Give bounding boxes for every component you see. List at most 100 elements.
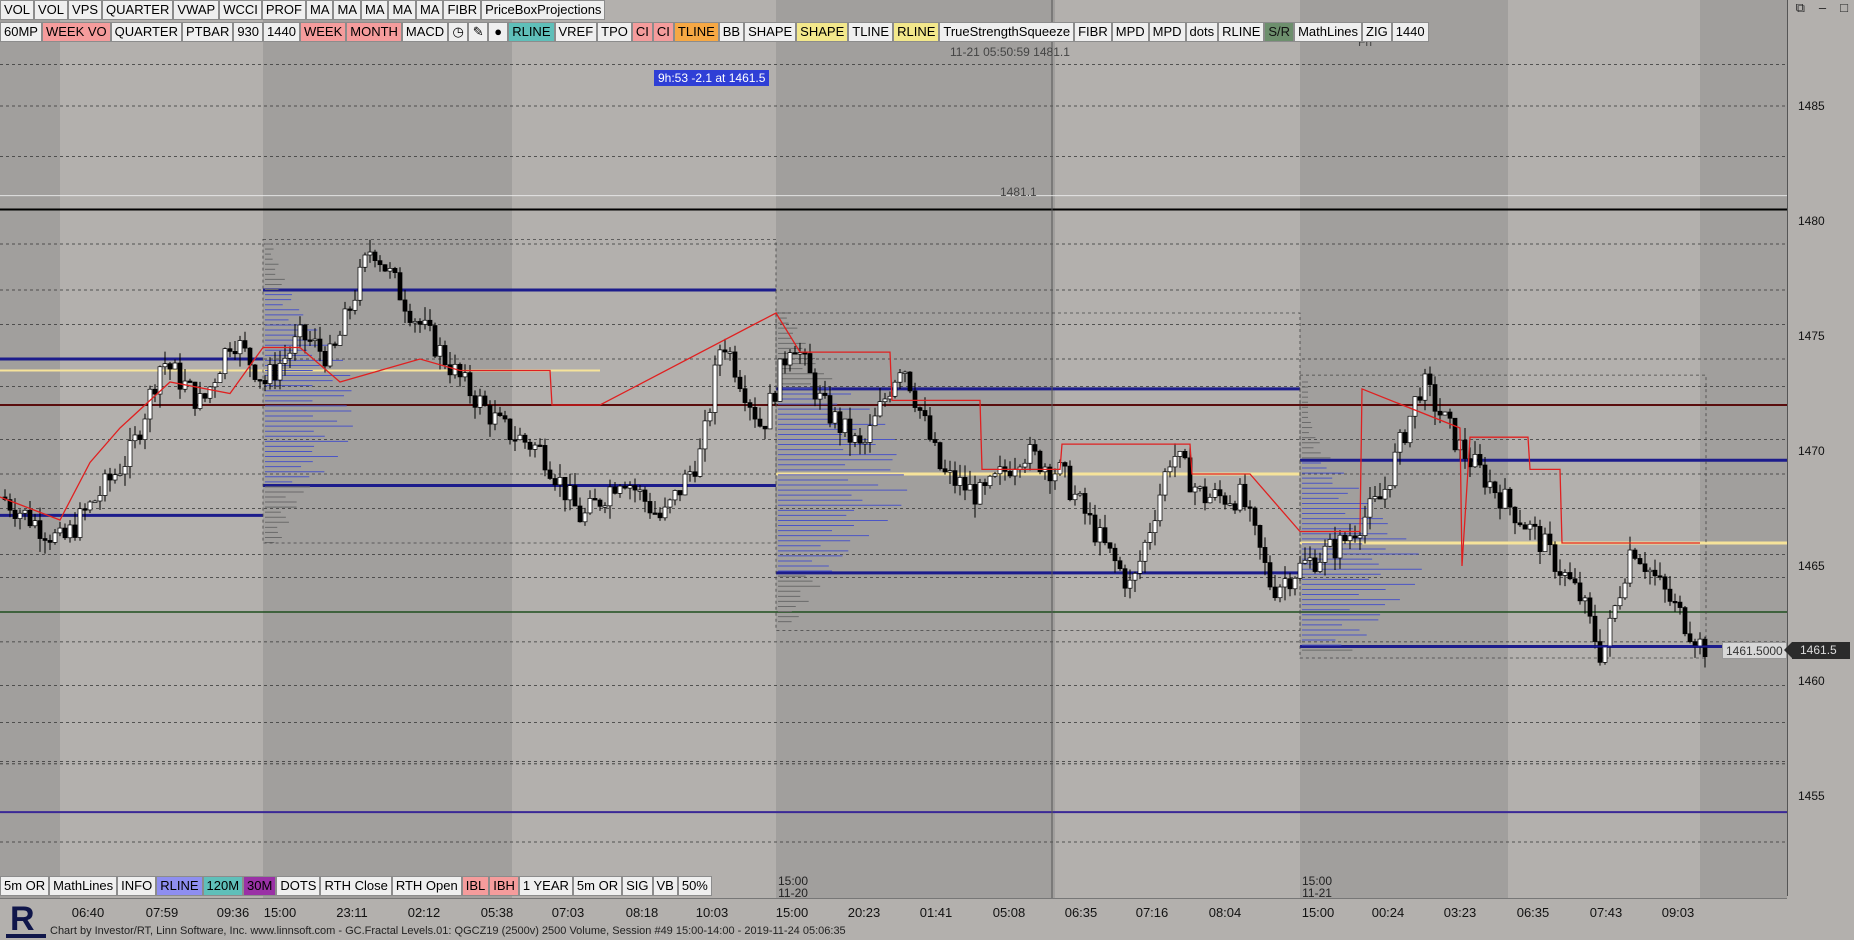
- bottom-button-vb[interactable]: VB: [652, 876, 678, 896]
- toolbar-button-quarter[interactable]: QUARTER: [102, 0, 174, 20]
- candle-body: [1667, 588, 1673, 602]
- toolbar-button-fibr[interactable]: FIBR: [1074, 22, 1112, 42]
- candle-body: [107, 473, 113, 481]
- time-axis[interactable]: 06:40 07:59 09:36 15:00 23:11 02:12 05:38 07:03…: [0, 898, 1787, 924]
- minimize-window-icon[interactable]: –: [1819, 0, 1826, 16]
- toolbar-button-ma[interactable]: MA: [388, 0, 416, 20]
- toolbar-button-week[interactable]: WEEK: [299, 22, 347, 42]
- toolbar-button-shape[interactable]: SHAPE: [796, 22, 849, 42]
- toolbar-button-month[interactable]: MONTH: [346, 22, 402, 42]
- toolbar-button-rline[interactable]: RLINE: [508, 22, 555, 42]
- toolbar-button-mpd[interactable]: MPD: [1148, 22, 1186, 42]
- toolbar-button-tline[interactable]: TLINE: [673, 22, 719, 42]
- toolbar-button-ci[interactable]: CI: [631, 22, 653, 42]
- toolbar-button-tpo[interactable]: TPO: [597, 22, 632, 42]
- candle-body: [757, 418, 763, 427]
- bottom-button-dots[interactable]: DOTS: [276, 876, 321, 896]
- bottom-button-info[interactable]: INFO: [117, 876, 157, 896]
- toolbar-button-ptbar[interactable]: PTBAR: [181, 22, 234, 42]
- bottom-button-rth-close[interactable]: RTH Close: [320, 876, 392, 896]
- candle-body: [362, 254, 368, 268]
- price-tick-label: 1470: [1798, 444, 1825, 458]
- bottom-button-mathlines[interactable]: MathLines: [49, 876, 118, 896]
- candle-body: [547, 469, 553, 479]
- bottom-button-5m-or[interactable]: 5m OR: [0, 876, 50, 896]
- toolbar-button-tline[interactable]: TLINE: [848, 22, 894, 42]
- candle-body: [422, 319, 428, 325]
- toolbar-button-mathlines[interactable]: MathLines: [1294, 22, 1363, 42]
- toolbar-button-ma[interactable]: MA: [360, 0, 389, 20]
- candle-body: [1432, 384, 1438, 412]
- pencil-icon[interactable]: ✎: [468, 22, 489, 42]
- clock-icon[interactable]: ◷: [448, 22, 469, 42]
- toolbar-button-vol[interactable]: VOL: [0, 0, 35, 20]
- candle-body: [982, 482, 988, 487]
- candle-body: [882, 398, 888, 403]
- toolbar-button-1440[interactable]: 1440: [263, 22, 300, 42]
- toolbar-button-week-vo[interactable]: WEEK VO: [41, 22, 111, 42]
- candle-body: [1022, 462, 1028, 468]
- toolbar-button-mpd[interactable]: MPD: [1111, 22, 1149, 42]
- toolbar-button-zig[interactable]: ZIG: [1362, 22, 1392, 42]
- bottom-button-120m[interactable]: 120M: [202, 876, 244, 896]
- candle-body: [57, 527, 63, 534]
- drop-icon[interactable]: ●: [488, 22, 509, 42]
- price-chart-canvas[interactable]: [0, 0, 1787, 898]
- toolbar-button-ma[interactable]: MA: [415, 0, 444, 20]
- candle-body: [1112, 547, 1118, 562]
- measure-readout-tag[interactable]: 9h:53 -2.1 at 1461.5: [654, 70, 770, 86]
- toolbar-button-quarter[interactable]: QUARTER: [110, 22, 182, 42]
- toolbar-button-s-r[interactable]: S/R: [1264, 22, 1295, 42]
- toolbar-button-vwap[interactable]: VWAP: [173, 0, 220, 20]
- toolbar-button-1440[interactable]: 1440: [1391, 22, 1429, 42]
- toolbar-button-prof[interactable]: PROF: [261, 0, 306, 20]
- time-tick-label: 07:16: [1135, 905, 1169, 920]
- bottom-button-ibh[interactable]: IBH: [489, 876, 519, 896]
- candle-body: [1602, 646, 1608, 663]
- toolbar-button-rline[interactable]: RLINE: [1218, 22, 1265, 42]
- toolbar-button-ma[interactable]: MA: [333, 0, 361, 20]
- candle-body: [1067, 465, 1073, 501]
- toolbar-button-930[interactable]: 930: [233, 22, 264, 42]
- maximize-window-icon[interactable]: □: [1840, 0, 1848, 16]
- toolbar-button-priceboxprojections[interactable]: PriceBoxProjections: [481, 0, 606, 20]
- toolbar-button-dots[interactable]: dots: [1185, 22, 1219, 42]
- toolbar-button-vref[interactable]: VREF: [554, 22, 598, 42]
- candle-body: [37, 520, 43, 539]
- bottom-button-rline[interactable]: RLINE: [156, 876, 203, 896]
- candle-body: [1302, 559, 1308, 564]
- candle-body: [202, 393, 208, 399]
- toolbar-button-wcci[interactable]: WCCI: [219, 0, 262, 20]
- toolbar-button-fibr[interactable]: FIBR: [443, 0, 482, 20]
- bottom-button-30m[interactable]: 30M: [243, 876, 277, 896]
- candle-body: [212, 382, 218, 388]
- candle-body: [332, 343, 338, 346]
- bottom-button-rth-open[interactable]: RTH Open: [391, 876, 462, 896]
- candle-body: [1587, 597, 1593, 617]
- toolbar-button-60mp[interactable]: 60MP: [0, 22, 42, 42]
- restore-window-icon[interactable]: ⧉: [1796, 0, 1805, 16]
- bottom-button-1-year[interactable]: 1 YEAR: [518, 876, 573, 896]
- candle-body: [647, 501, 653, 514]
- price-axis[interactable]: 1485 1480 1475 1470 1465 1460 1455: [1787, 0, 1854, 896]
- candle-body: [1127, 579, 1133, 589]
- candle-body: [532, 444, 538, 450]
- candle-body: [717, 349, 723, 366]
- bottom-button-ibl[interactable]: IBL: [461, 876, 490, 896]
- candle-body: [352, 299, 358, 311]
- toolbar-button-vps[interactable]: VPS: [68, 0, 103, 20]
- toolbar-button-ci[interactable]: CI: [652, 22, 674, 42]
- toolbar-button-bb[interactable]: BB: [718, 22, 745, 42]
- candle-body: [1307, 557, 1313, 561]
- toolbar-button-truestrengthsqueeze[interactable]: TrueStrengthSqueeze: [939, 22, 1075, 42]
- session-shade-band: [263, 0, 512, 898]
- candle-body: [407, 310, 413, 323]
- toolbar-button-vol[interactable]: VOL: [34, 0, 69, 20]
- bottom-button-5m-or[interactable]: 5m OR: [572, 876, 623, 896]
- toolbar-button-ma[interactable]: MA: [305, 0, 334, 20]
- toolbar-button-shape[interactable]: SHAPE: [744, 22, 797, 42]
- toolbar-button-rline[interactable]: RLINE: [893, 22, 940, 42]
- bottom-button-50-[interactable]: 50%: [677, 876, 712, 896]
- bottom-button-sig[interactable]: SIG: [622, 876, 653, 896]
- toolbar-button-macd[interactable]: MACD: [401, 22, 449, 42]
